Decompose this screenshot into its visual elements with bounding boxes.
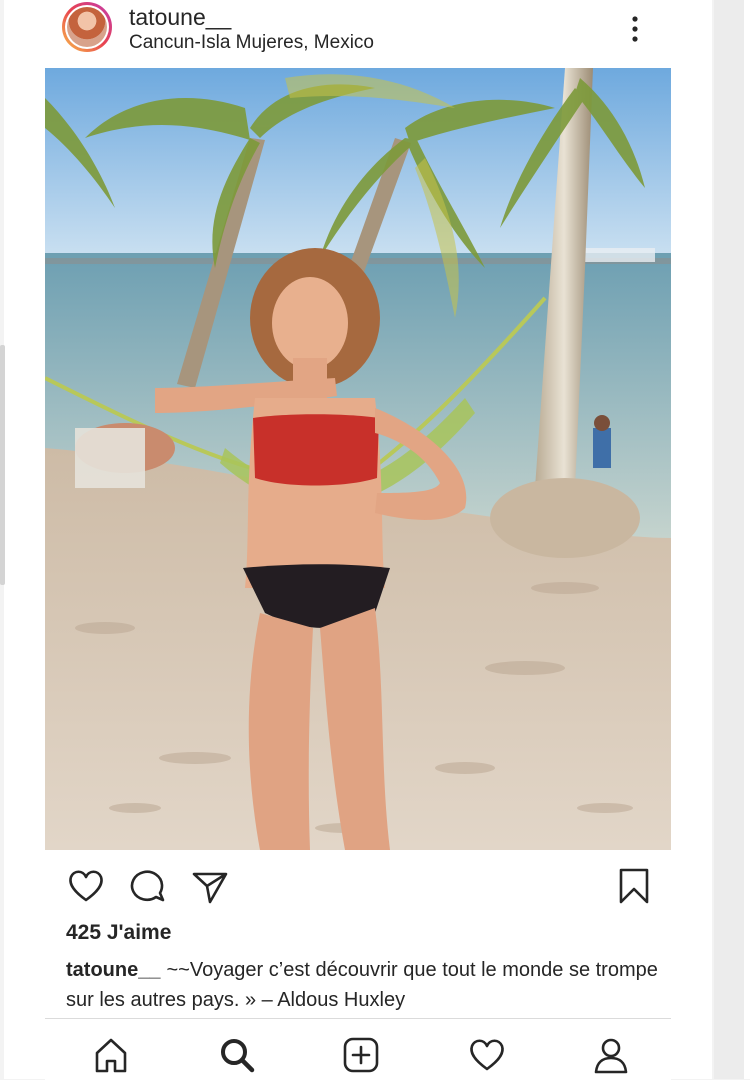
search-icon[interactable] [217, 1035, 257, 1075]
likes-count[interactable]: 425 J'aime [66, 921, 171, 945]
avatar[interactable] [62, 2, 112, 52]
bookmark-icon[interactable] [614, 866, 654, 906]
add-post-icon[interactable] [341, 1035, 381, 1075]
post-header: tatoune__ Cancun-Isla Mujeres, Mexico [4, 0, 712, 64]
profile-icon[interactable] [591, 1035, 631, 1075]
share-icon[interactable] [190, 866, 230, 906]
post-caption: tatoune__ ~~Voyager c’est découvrir que t… [66, 955, 666, 1015]
heart-icon[interactable] [66, 866, 106, 906]
post-location[interactable]: Cancun-Isla Mujeres, Mexico [129, 32, 374, 54]
home-icon[interactable] [91, 1035, 131, 1075]
post-photo[interactable] [45, 68, 671, 850]
adjacent-panel-sliver [744, 0, 750, 1079]
activity-heart-icon[interactable] [467, 1035, 507, 1075]
adjacent-panel-edge [714, 0, 750, 1079]
post-actions-bar [4, 858, 712, 914]
app-screen: tatoune__ Cancun-Isla Mujeres, Mexico 42… [4, 0, 712, 1080]
more-vertical-icon[interactable] [624, 14, 646, 44]
bottom-navigation [45, 1018, 671, 1080]
comment-icon[interactable] [128, 866, 168, 906]
caption-username[interactable]: tatoune__ [66, 959, 160, 981]
scrollbar[interactable] [0, 345, 5, 585]
avatar-photo [67, 7, 107, 47]
post-username[interactable]: tatoune__ [129, 4, 231, 31]
